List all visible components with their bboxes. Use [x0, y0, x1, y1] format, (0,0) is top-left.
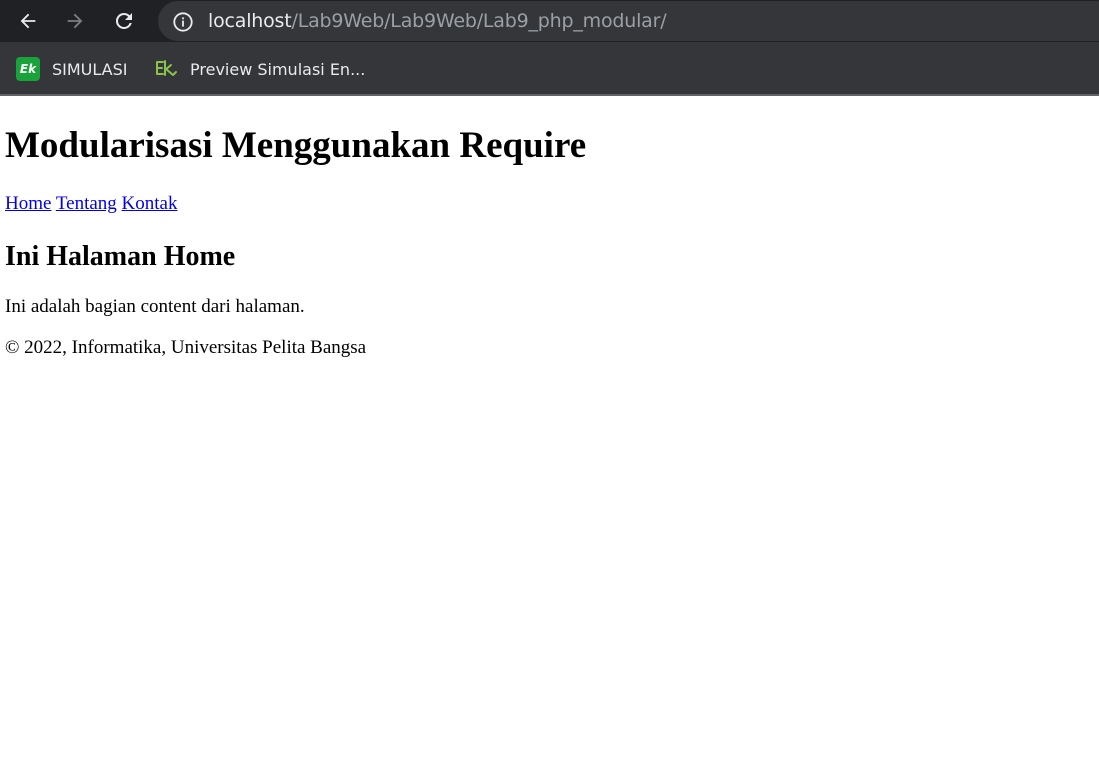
- forward-button[interactable]: [58, 4, 92, 38]
- url-host: localhost: [208, 10, 292, 32]
- ek-green-icon: Ek: [16, 57, 40, 81]
- nav-link-kontak[interactable]: Kontak: [122, 193, 178, 214]
- main-nav: Home Tentang Kontak: [5, 192, 177, 216]
- ek-outline-icon: [154, 57, 178, 81]
- reload-icon: [115, 12, 132, 29]
- arrow-right-icon: [67, 13, 83, 29]
- bookmark-label: Preview Simulasi En...: [190, 59, 366, 79]
- url-text[interactable]: localhost/Lab9Web/Lab9Web/Lab9_php_modul…: [208, 9, 667, 33]
- info-icon[interactable]: [172, 11, 194, 33]
- content-paragraph: Ini adalah bagian content dari halaman.: [5, 296, 305, 317]
- address-bar[interactable]: localhost/Lab9Web/Lab9Web/Lab9_php_modul…: [158, 1, 1099, 41]
- bookmark-simulasi[interactable]: Ek SIMULASI: [16, 55, 128, 83]
- browser-tab-strip: localhost/Lab9Web/Lab9Web/Lab9_php_modul…: [0, 0, 1099, 42]
- footer-text: © 2022, Informatika, Universitas Pelita …: [5, 337, 367, 358]
- bookmark-preview-simulasi[interactable]: Preview Simulasi En...: [154, 55, 365, 83]
- nav-link-home[interactable]: Home: [5, 193, 51, 214]
- nav-link-tentang[interactable]: Tentang: [56, 193, 117, 214]
- url-path: /Lab9Web/Lab9Web/Lab9_php_modular/: [291, 10, 667, 32]
- page-title: Modularisasi Menggunakan Require: [5, 125, 587, 166]
- bookmarks-bar: Ek SIMULASI Preview Simulasi En...: [0, 42, 1099, 96]
- reload-button[interactable]: [107, 4, 141, 38]
- page-content: Modularisasi Menggunakan Require Home Te…: [0, 98, 1099, 775]
- arrow-left-icon: [20, 13, 36, 29]
- bookmark-label: SIMULASI: [52, 59, 128, 79]
- section-heading: Ini Halaman Home: [5, 241, 236, 272]
- back-button[interactable]: [11, 4, 45, 38]
